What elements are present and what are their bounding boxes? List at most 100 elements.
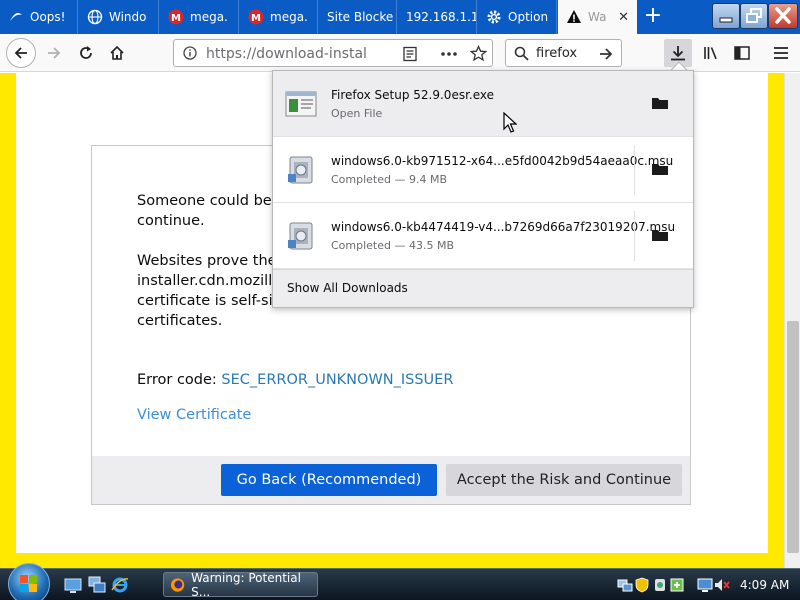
- internet-explorer-icon[interactable]: [111, 576, 129, 594]
- search-bar[interactable]: firefox: [505, 39, 622, 67]
- windows-taskbar: Warning: Potential S... 4:09 AM: [0, 563, 800, 600]
- tab-label: mega.: [190, 10, 228, 24]
- windows-logo-icon: [20, 575, 37, 592]
- show-all-downloads-label: Show All Downloads: [287, 281, 408, 295]
- update-package-icon: [288, 156, 313, 184]
- globe-icon: [87, 9, 103, 25]
- folder-icon[interactable]: [651, 227, 669, 243]
- download-filename: windows6.0-kb971512-x64...e5fd0042b9d54a…: [331, 154, 674, 168]
- update-package-icon: [288, 222, 313, 250]
- download-item[interactable]: windows6.0-kb4474419-v4...b7269d66a7f230…: [273, 203, 693, 269]
- minimize-icon: [719, 17, 733, 23]
- warning-border-left: [0, 73, 16, 553]
- device-tray-icon[interactable]: [669, 577, 685, 593]
- tab-label: Windo: [109, 10, 147, 24]
- tab-mega-2[interactable]: M mega.: [240, 0, 318, 34]
- close-tab-icon[interactable]: ✕: [618, 10, 629, 25]
- download-status: Completed — 9.4 MB: [331, 173, 448, 186]
- scrollbar-thumb[interactable]: [787, 321, 799, 553]
- volume-muted-icon[interactable]: [714, 577, 730, 593]
- switch-windows-icon[interactable]: [88, 576, 106, 594]
- tab-label: Wa: [588, 10, 607, 24]
- search-go-icon[interactable]: [598, 46, 614, 62]
- folder-icon[interactable]: [651, 161, 669, 177]
- new-tab-button[interactable]: +: [640, 4, 666, 30]
- error-code-link[interactable]: SEC_ERROR_UNKNOWN_ISSUER: [221, 372, 453, 388]
- page-actions-icon[interactable]: [440, 46, 458, 62]
- show-all-downloads-button[interactable]: Show All Downloads: [273, 269, 693, 307]
- downloads-panel: Firefox Setup 52.9.0esr.exe Open File wi…: [272, 70, 694, 308]
- error-paragraph-2: Websites prove their installer.cdn.mozil…: [137, 253, 291, 329]
- restore-icon: [746, 8, 762, 23]
- tab-router[interactable]: 192.168.1.1: [398, 0, 477, 34]
- forward-button[interactable]: [40, 39, 68, 67]
- download-filename: Firefox Setup 52.9.0esr.exe: [331, 88, 495, 102]
- tab-label: Option: [508, 10, 549, 24]
- warning-border-bottom: [0, 553, 784, 568]
- download-item[interactable]: Firefox Setup 52.9.0esr.exe Open File: [273, 71, 693, 137]
- show-desktop-icon[interactable]: [64, 576, 82, 594]
- minimize-button[interactable]: [712, 3, 740, 29]
- download-item[interactable]: windows6.0-kb971512-x64...e5fd0042b9d54a…: [273, 137, 693, 203]
- download-status: Open File: [331, 107, 383, 120]
- accept-risk-button[interactable]: Accept the Risk and Continue: [446, 464, 682, 496]
- taskbar-window-title: Warning: Potential S...: [191, 570, 301, 599]
- tab-warning-active[interactable]: Wa ✕: [558, 0, 637, 34]
- tab-oops[interactable]: Oops!: [0, 0, 78, 34]
- download-status: Completed — 43.5 MB: [331, 239, 455, 252]
- download-item-separator: [634, 211, 635, 261]
- error-paragraph-1: Someone could be t continue.: [137, 193, 283, 229]
- system-clock[interactable]: 4:09 AM: [740, 578, 789, 592]
- mega-icon: M: [248, 9, 264, 25]
- reload-button[interactable]: [72, 39, 100, 67]
- error-code-line: Error code: SEC_ERROR_UNKNOWN_ISSUER: [137, 372, 453, 388]
- defender-tray-icon[interactable]: [652, 577, 668, 593]
- svg-text:M: M: [251, 13, 261, 24]
- error-code-label: Error code:: [137, 372, 222, 388]
- warning-icon: [566, 9, 582, 25]
- tab-mega-1[interactable]: M mega.: [160, 0, 239, 34]
- oops-icon: [8, 9, 24, 25]
- page-scrollbar[interactable]: [784, 73, 800, 568]
- gear-icon: [486, 9, 502, 25]
- tab-label: mega.: [270, 10, 308, 24]
- monitor-tray-icon[interactable]: [697, 577, 713, 593]
- reload-icon: [80, 46, 92, 59]
- security-shield-tray-icon[interactable]: [634, 577, 650, 593]
- warning-border-right: [768, 73, 784, 553]
- home-button[interactable]: [103, 39, 131, 67]
- tab-site-blocker[interactable]: Site Blocke: [319, 0, 397, 34]
- info-icon[interactable]: [183, 46, 197, 60]
- tab-label: Site Blocke: [327, 10, 394, 24]
- error-button-row: Go Back (Recommended) Accept the Risk an…: [92, 456, 690, 504]
- library-button[interactable]: [697, 39, 725, 67]
- back-button[interactable]: [6, 38, 36, 68]
- menu-button[interactable]: [767, 39, 795, 67]
- sidebar-icon: [734, 46, 750, 60]
- firefox-icon: [170, 577, 185, 592]
- back-arrow-icon: [14, 47, 27, 59]
- tab-options[interactable]: Option: [478, 0, 557, 34]
- download-filename: windows6.0-kb4474419-v4...b7269d66a7f230…: [331, 220, 676, 234]
- close-window-button[interactable]: [768, 3, 798, 29]
- search-query: firefox: [536, 46, 578, 61]
- reader-view-icon[interactable]: [402, 46, 418, 62]
- mega-icon: M: [168, 9, 184, 25]
- url-bar[interactable]: https://download-installer.cdn.mozilla.n…: [173, 39, 493, 67]
- tab-strip: Oops! Windo M mega. M mega. Site Blocke …: [0, 0, 800, 34]
- restore-button[interactable]: [740, 3, 768, 29]
- go-back-button[interactable]: Go Back (Recommended): [221, 464, 437, 496]
- folder-icon[interactable]: [651, 95, 669, 111]
- bookmark-star-icon[interactable]: [470, 45, 487, 62]
- view-certificate-link[interactable]: View Certificate: [137, 407, 251, 423]
- forward-arrow-icon: [48, 47, 61, 59]
- sidebar-button[interactable]: [728, 39, 756, 67]
- hamburger-menu-icon: [774, 47, 788, 59]
- tab-label: Oops!: [30, 10, 66, 24]
- library-icon: [704, 47, 717, 60]
- tab-windows[interactable]: Windo: [79, 0, 159, 34]
- network-tray-icon[interactable]: [617, 577, 633, 593]
- start-button[interactable]: [8, 563, 50, 600]
- taskbar-firefox-window[interactable]: Warning: Potential S...: [163, 570, 318, 599]
- download-item-separator: [634, 145, 635, 195]
